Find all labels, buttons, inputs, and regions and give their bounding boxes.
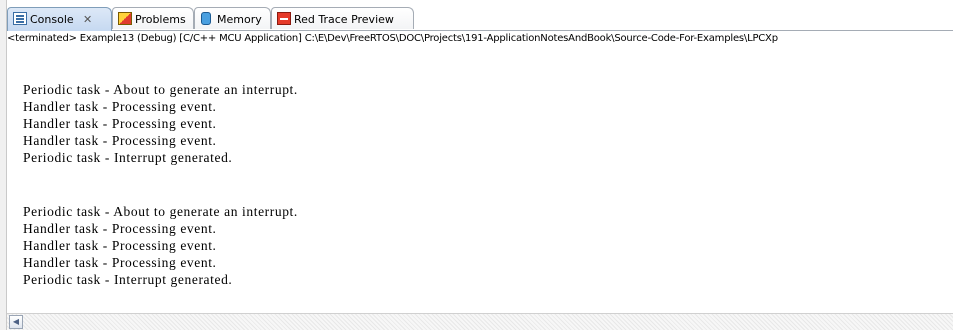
process-status-line: <terminated> Example13 (Debug) [C/C++ MC…	[7, 31, 953, 46]
tab-console[interactable]: Console ✕	[7, 7, 112, 31]
tab-problems-label: Problems	[135, 13, 186, 26]
console-line: Handler task - Processing event.	[23, 116, 217, 131]
tab-console-label: Console	[30, 13, 74, 26]
console-line: Handler task - Processing event.	[23, 255, 217, 270]
tab-problems[interactable]: Problems	[112, 7, 194, 29]
trace-icon	[277, 12, 291, 25]
console-icon	[13, 12, 27, 25]
tab-memory-label: Memory	[217, 13, 262, 26]
close-icon[interactable]: ✕	[83, 13, 92, 26]
problems-icon	[118, 12, 132, 25]
console-line: Periodic task - Interrupt generated.	[23, 150, 233, 165]
console-output[interactable]: Periodic task - About to generate an int…	[7, 46, 953, 312]
tab-memory[interactable]: Memory	[194, 7, 271, 29]
tab-red-trace-preview-label: Red Trace Preview	[294, 13, 394, 26]
console-line: Periodic task - About to generate an int…	[23, 82, 298, 97]
console-line: Periodic task - Interrupt generated.	[23, 272, 233, 287]
console-line: Periodic task - About to generate an int…	[23, 204, 298, 219]
console-line: Handler task - Processing event.	[23, 221, 217, 236]
console-view: Console ✕ Problems Memory Red Trace Prev…	[0, 0, 953, 330]
horizontal-scrollbar[interactable]: ◀	[7, 313, 953, 330]
tab-red-trace-preview[interactable]: Red Trace Preview	[271, 7, 414, 29]
console-line: Handler task - Processing event.	[23, 133, 217, 148]
console-line: Handler task - Processing event.	[23, 99, 217, 114]
window-edge	[0, 0, 7, 330]
memory-icon	[201, 12, 211, 25]
view-tab-bar: Console ✕ Problems Memory Red Trace Prev…	[7, 7, 953, 31]
console-line: Handler task - Processing event.	[23, 238, 217, 253]
scroll-left-button[interactable]: ◀	[9, 315, 23, 329]
